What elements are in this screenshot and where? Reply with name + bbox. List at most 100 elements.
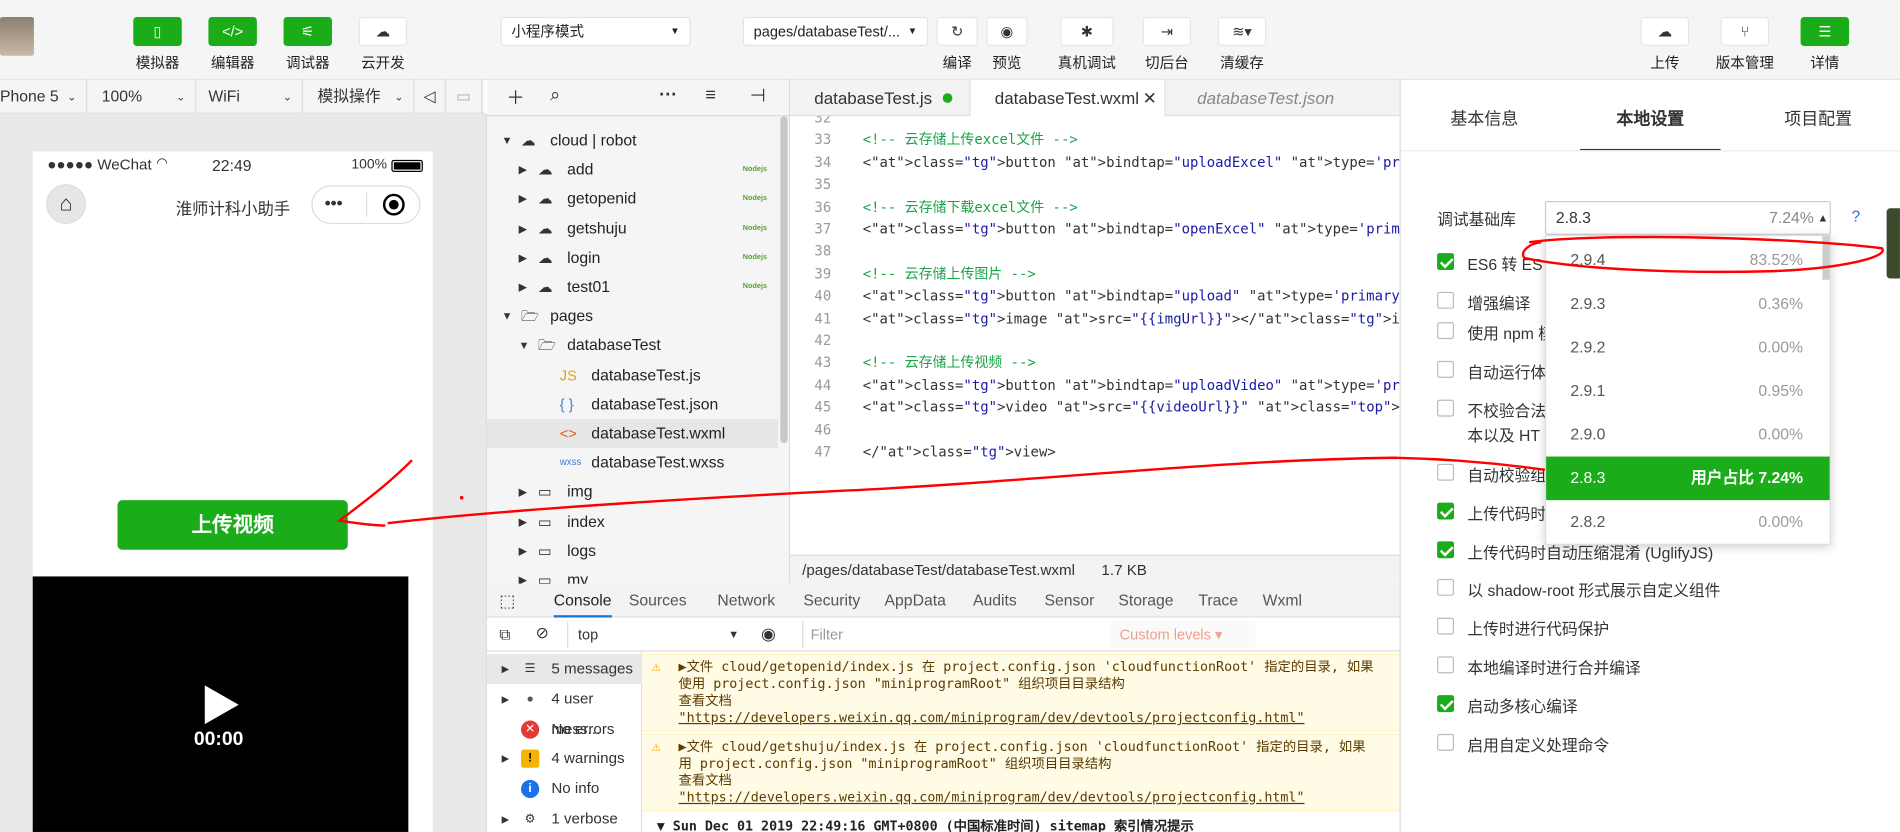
caret-right-icon[interactable]: ▶ xyxy=(502,684,509,714)
tree-item-img[interactable]: ▶ ▭ img xyxy=(487,478,778,507)
side-handle[interactable] xyxy=(1886,208,1900,279)
checkbox-option-3[interactable] xyxy=(1437,360,1455,378)
lib-version-option-2-9-4[interactable]: 2.9.4 83.52% xyxy=(1546,239,1830,283)
checkbox-option-2[interactable] xyxy=(1437,322,1455,340)
clear-console-icon[interactable]: ⊘ xyxy=(536,624,549,643)
tree-item-getopenid[interactable]: ▶ ☁ getopenid Nodejs xyxy=(487,185,778,214)
add-icon[interactable]: ＋ xyxy=(506,85,524,110)
version-button[interactable]: ⑂ 版本管理 xyxy=(1708,16,1781,73)
tree-item-getshuju[interactable]: ▶ ☁ getshuju Nodejs xyxy=(487,214,778,243)
cloud-dev-button[interactable]: ☁ 云开发 xyxy=(347,16,420,73)
zoom-select[interactable]: 100% ⌄ xyxy=(87,79,197,114)
device-select[interactable]: Phone 5 ⌄ xyxy=(0,79,88,114)
console-filter-gear[interactable]: ▶ ⚙ 1 verbose xyxy=(487,804,642,832)
tree-item-pages[interactable]: ▼ 🗁 pages xyxy=(487,302,778,331)
checkbox-option-9[interactable] xyxy=(1437,578,1455,596)
console-filter-list[interactable]: ▶ ☰ 5 messages xyxy=(487,653,643,685)
sort-icon[interactable]: ≡ xyxy=(705,85,716,106)
eye-icon[interactable]: ◉ xyxy=(761,624,776,645)
tree-item-logs[interactable]: ▶ ▭ logs xyxy=(487,536,778,565)
scrollbar[interactable] xyxy=(780,116,788,444)
help-icon[interactable]: ? xyxy=(1851,207,1860,225)
caret-down-icon[interactable]: ▼ xyxy=(502,302,513,331)
caret-right-icon[interactable]: ▶ xyxy=(502,744,509,774)
simulator-button[interactable]: ▯ 模拟器 xyxy=(121,16,194,73)
lib-version-option-2-9-3[interactable]: 2.9.3 0.36% xyxy=(1546,282,1830,326)
checkbox-option-11[interactable] xyxy=(1437,656,1455,674)
caret-right-icon[interactable]: ▶ xyxy=(519,214,527,243)
caret-right-icon[interactable]: ▶ xyxy=(519,536,527,565)
console-filter-info[interactable]: i No info xyxy=(487,774,642,804)
upload-video-button[interactable]: 上传视频 xyxy=(117,500,348,550)
checkbox-option-4[interactable] xyxy=(1437,399,1455,417)
tab-sensor[interactable]: Sensor xyxy=(1044,584,1094,618)
close-mini-icon[interactable] xyxy=(382,193,405,216)
tab-local-settings[interactable]: 本地设置 xyxy=(1580,80,1721,151)
console-filter-warning[interactable]: ▶! 4 warnings xyxy=(487,744,642,774)
tree-item-cloud-robot[interactable]: ▼ ☁ cloud | robot xyxy=(487,126,778,155)
levels-select[interactable]: Custom levels ▾ xyxy=(1109,621,1256,648)
editor-button[interactable]: </> 编辑器 xyxy=(196,16,269,73)
preview-button[interactable]: ◉ 预览 xyxy=(971,16,1044,73)
tab-sources[interactable]: Sources xyxy=(629,584,687,618)
filter-input[interactable]: Filter xyxy=(802,621,1105,648)
tree-item-add[interactable]: ▶ ☁ add Nodejs xyxy=(487,155,778,184)
caret-right-icon[interactable]: ▶ xyxy=(502,804,509,832)
tree-item-databaseTest-wxss[interactable]: wxss databaseTest.wxss xyxy=(487,448,778,477)
tab-databaseTest-json[interactable]: databaseTest.json xyxy=(1173,80,1367,116)
checkbox-option-7[interactable] xyxy=(1437,502,1455,520)
lib-select[interactable]: 2.8.3 7.24% ▲ xyxy=(1544,201,1831,235)
tab-network[interactable]: Network xyxy=(717,584,775,618)
tab-project-config[interactable]: 项目配置 xyxy=(1735,80,1900,150)
checkbox-option-0[interactable] xyxy=(1437,253,1455,271)
lib-version-option-2-9-2[interactable]: 2.9.2 0.00% xyxy=(1546,326,1830,370)
tab-security[interactable]: Security xyxy=(803,584,860,618)
debugger-button[interactable]: ⚟ 调试器 xyxy=(271,16,344,73)
page-path-select[interactable]: pages/databaseTest/... ▼ xyxy=(742,16,929,47)
video-player[interactable]: 00:00 xyxy=(32,576,409,832)
checkbox-option-13[interactable] xyxy=(1437,733,1455,751)
tab-audits[interactable]: Audits xyxy=(973,584,1017,618)
mode-select[interactable]: 小程序模式 ▼ xyxy=(500,16,691,47)
tree-item-databaseTest-js[interactable]: JS databaseTest.js xyxy=(487,360,778,389)
tab-wxml[interactable]: Wxml xyxy=(1263,584,1302,618)
lib-version-option-2-9-0[interactable]: 2.9.0 0.00% xyxy=(1546,413,1830,457)
inspect-icon[interactable]: ⬚ xyxy=(499,591,515,612)
caret-right-icon[interactable]: ▶ xyxy=(519,272,527,301)
collapse-icon[interactable]: ⊣ xyxy=(750,85,766,107)
tab-databaseTest-wxml[interactable]: databaseTest.wxml ✕ xyxy=(969,79,1166,118)
caret-right-icon[interactable]: ▶ xyxy=(519,155,527,184)
caret-right-icon[interactable]: ▶ xyxy=(519,507,527,536)
tree-item-login[interactable]: ▶ ☁ login Nodejs xyxy=(487,243,778,272)
tab-appdata[interactable]: AppData xyxy=(885,584,946,618)
console-filter-user[interactable]: ▶ ● 4 user mess... xyxy=(487,684,642,737)
caret-right-icon[interactable]: ▶ xyxy=(519,478,527,507)
caret-down-icon[interactable]: ▼ xyxy=(519,331,530,360)
details-button[interactable]: ☰ 详情 xyxy=(1788,16,1861,73)
lib-version-option-2-9-1[interactable]: 2.9.1 0.95% xyxy=(1546,369,1830,413)
tree-item-databaseTest-wxml[interactable]: <> databaseTest.wxml xyxy=(487,419,778,448)
background-button[interactable]: ⇥ 切后台 xyxy=(1131,16,1204,73)
tab-storage[interactable]: Storage xyxy=(1118,584,1173,618)
play-icon[interactable] xyxy=(204,685,239,725)
context-select[interactable]: top ▼ xyxy=(567,621,741,648)
clear-cache-button[interactable]: ≋▾ 清缓存 xyxy=(1206,16,1279,73)
tab-trace[interactable]: Trace xyxy=(1198,584,1238,618)
checkbox-option-12[interactable] xyxy=(1437,695,1455,713)
tree-item-databaseTest-json[interactable]: { } databaseTest.json xyxy=(487,390,778,419)
real-debug-button[interactable]: ✱ 真机调试 xyxy=(1051,16,1124,73)
checkbox-option-10[interactable] xyxy=(1437,617,1455,635)
caret-right-icon[interactable]: ▶ xyxy=(519,243,527,272)
tree-item-databaseTest[interactable]: ▼ 🗁 databaseTest xyxy=(487,331,778,360)
tab-databaseTest-js[interactable]: databaseTest.js xyxy=(790,80,969,116)
more-icon[interactable]: ••• xyxy=(325,193,343,212)
speaker-icon[interactable]: ◁ xyxy=(414,79,446,114)
close-icon[interactable]: ✕ xyxy=(1143,80,1157,116)
lib-version-option-2-8-2[interactable]: 2.8.2 0.00% xyxy=(1546,500,1830,544)
home-icon[interactable]: ⌂ xyxy=(46,184,87,225)
docs-link[interactable]: "https://developers.weixin.qq.com/minipr… xyxy=(679,790,1305,806)
window-icon[interactable]: ▭ xyxy=(446,79,483,114)
docs-link[interactable]: "https://developers.weixin.qq.com/minipr… xyxy=(679,710,1305,726)
lib-version-option-2-8-3[interactable]: 2.8.3 用户占比 7.24% xyxy=(1546,456,1830,501)
checkbox-option-1[interactable] xyxy=(1437,291,1455,309)
